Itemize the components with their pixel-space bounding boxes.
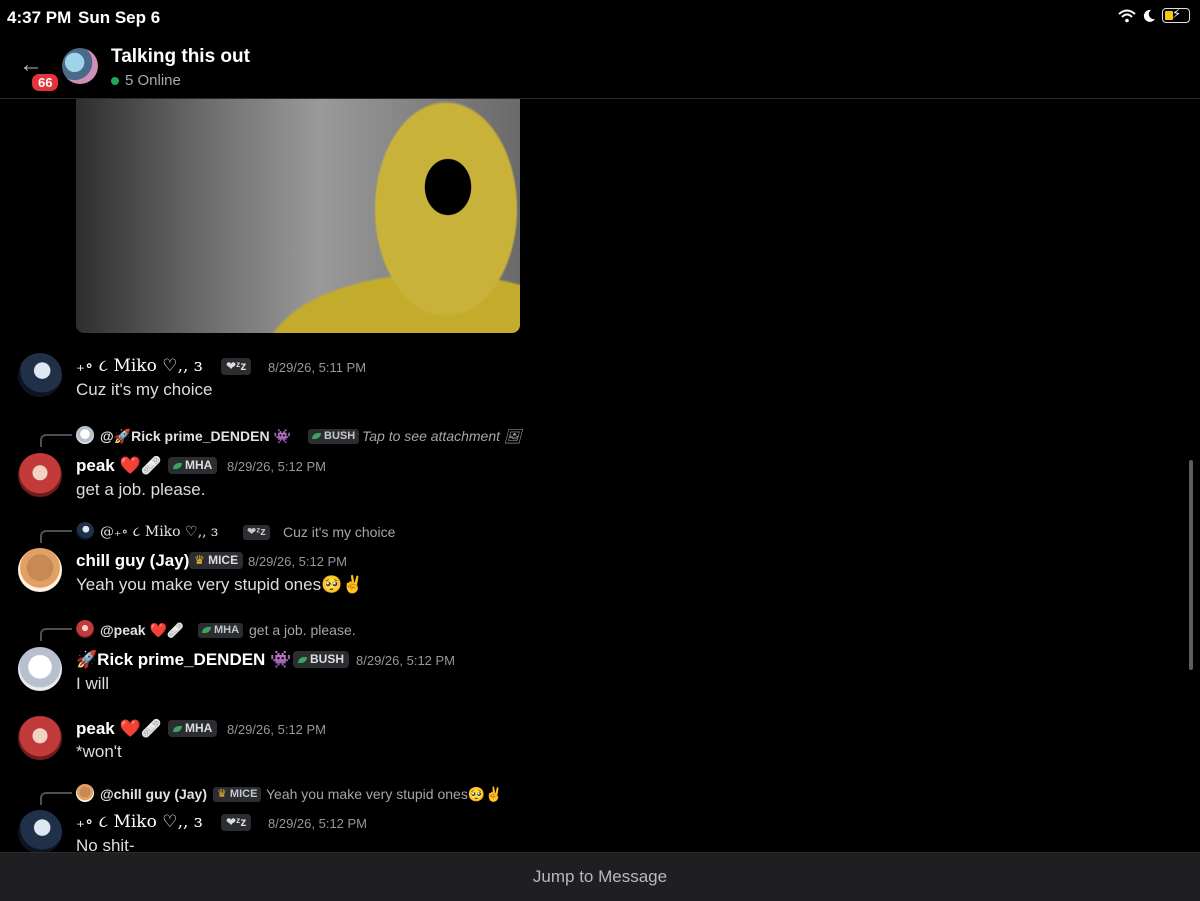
reply-author[interactable]: @peak ❤️🩹: [100, 622, 184, 639]
status-icons: ⚡: [1118, 6, 1190, 23]
avatar[interactable]: [18, 353, 62, 397]
leaf-icon: [298, 656, 307, 663]
avatar[interactable]: [18, 453, 62, 497]
reply-role-tag: ❤ᶻz: [243, 525, 270, 540]
leaf-icon: [312, 433, 321, 440]
moon-icon: [1143, 9, 1155, 22]
author-name[interactable]: ₊∘ ૮ Miko ♡‚‚ ɜ: [76, 356, 202, 376]
reply-author[interactable]: @🚀Rick prime_DENDEN 👾: [100, 428, 291, 445]
author-name[interactable]: ₊∘ ૮ Miko ♡‚‚ ɜ: [76, 812, 202, 832]
leaf-icon: [173, 462, 182, 469]
message-text: I will: [76, 674, 110, 693]
message-timestamp: 8/29/26, 5:11 PM: [268, 360, 367, 375]
status-time: 4:37 PM: [7, 8, 72, 27]
role-tag: MHA: [168, 720, 218, 737]
reply-avatar: [76, 426, 94, 444]
gif-attachment[interactable]: [76, 99, 520, 333]
online-status: 5 Online: [111, 72, 181, 89]
online-count: 5 Online: [125, 72, 181, 89]
reply-avatar: [76, 522, 94, 540]
reply-role-tag: ♛ MICE: [213, 787, 262, 802]
message-timestamp: 8/29/26, 5:12 PM: [227, 722, 327, 737]
unread-badge: 66: [30, 72, 61, 93]
author-name[interactable]: peak ❤️🩹: [76, 719, 162, 739]
role-tag: MHA: [168, 457, 218, 474]
crown-icon: ♛: [194, 553, 209, 567]
author-name[interactable]: 🚀Rick prime_DENDEN 👾: [76, 650, 291, 670]
message-text: *won't: [76, 742, 122, 761]
reply-preview[interactable]: Cuz it's my choice: [283, 524, 395, 540]
status-bar: 4:37 PM Sun Sep 6 ⚡: [0, 0, 1200, 36]
message-timestamp: 8/29/26, 5:12 PM: [268, 816, 368, 831]
wifi-icon: [1118, 9, 1136, 22]
channel-title[interactable]: Talking this out: [111, 46, 250, 68]
reply-connector: [40, 530, 72, 543]
leaf-icon: [173, 725, 182, 732]
reply-avatar: [76, 784, 94, 802]
avatar[interactable]: [18, 716, 62, 760]
scrollbar[interactable]: [1189, 460, 1193, 670]
avatar[interactable]: [18, 647, 62, 691]
role-tag: ♛ MICE: [189, 552, 244, 569]
reply-avatar: [76, 620, 94, 638]
message-text: Yeah you make very stupid ones🥺✌️: [76, 575, 364, 594]
jump-to-message-label: Jump to Message: [532, 867, 668, 886]
online-dot-icon: [111, 76, 119, 85]
reply-connector: [40, 434, 72, 447]
reply-connector: [40, 792, 72, 805]
jump-to-message-button[interactable]: Jump to Message: [0, 852, 1200, 901]
reply-preview[interactable]: Tap to see attachment 🖼: [362, 428, 522, 445]
message-timestamp: 8/29/26, 5:12 PM: [248, 554, 348, 569]
author-name[interactable]: peak ❤️🩹: [76, 456, 162, 476]
message-timestamp: 8/29/26, 5:12 PM: [227, 459, 327, 474]
role-tag: BUSH: [293, 651, 350, 668]
message-text: get a job. please.: [76, 480, 206, 499]
reply-preview[interactable]: get a job. please.: [249, 622, 356, 638]
channel-avatar[interactable]: [62, 48, 98, 84]
status-date: Sun Sep 6: [78, 8, 161, 27]
message-timestamp: 8/29/26, 5:12 PM: [356, 653, 456, 668]
reply-role-tag: BUSH: [308, 429, 360, 444]
reply-role-tag: MHA: [198, 623, 244, 638]
avatar[interactable]: [18, 548, 62, 592]
role-tag: ❤ᶻz: [221, 814, 252, 831]
reply-connector: [40, 628, 72, 641]
reply-author[interactable]: @chill guy (Jay): [100, 786, 207, 802]
avatar[interactable]: [18, 810, 62, 854]
reply-preview[interactable]: Yeah you make very stupid ones🥺✌️: [266, 786, 503, 803]
battery-charging-icon: ⚡: [1162, 6, 1190, 23]
crown-icon: ♛: [217, 788, 230, 800]
role-tag: ❤ᶻz: [221, 358, 252, 375]
reply-author[interactable]: @₊∘ ૮ Miko ♡‚‚ ɜ: [100, 524, 218, 540]
message-text: Cuz it's my choice: [76, 380, 213, 399]
author-name[interactable]: chill guy (Jay): [76, 551, 189, 571]
leaf-icon: [202, 627, 211, 634]
